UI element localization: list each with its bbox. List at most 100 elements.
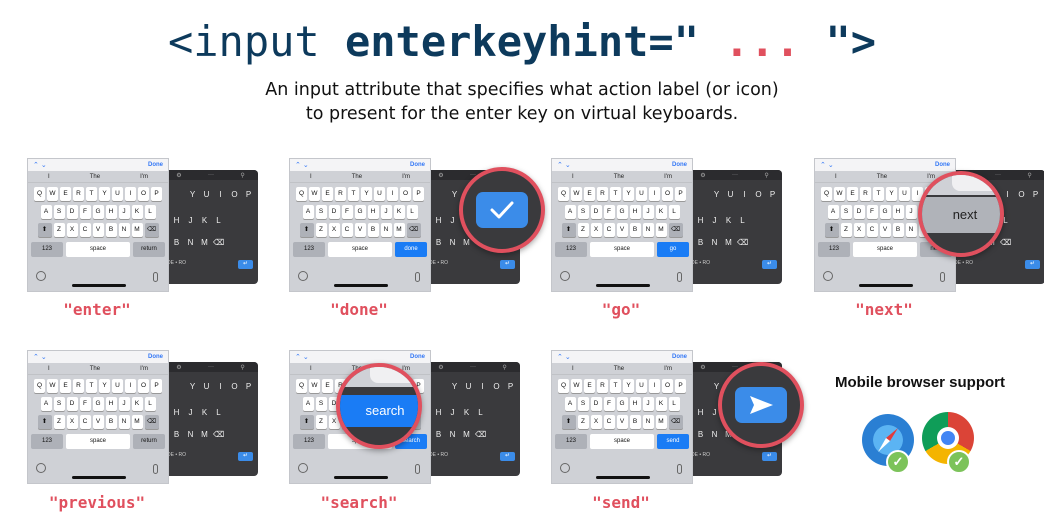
key-h[interactable]: H: [105, 205, 117, 219]
key-u[interactable]: U: [112, 379, 123, 393]
key-x[interactable]: X: [590, 415, 602, 429]
dark-action-key[interactable]: ↵: [762, 260, 777, 269]
dark-key[interactable]: P: [505, 382, 516, 391]
dark-key[interactable]: L: [213, 216, 224, 225]
key-w[interactable]: W: [47, 187, 58, 201]
suggestion-item[interactable]: I: [835, 174, 837, 180]
backspace-key[interactable]: ⌫: [668, 223, 683, 237]
toolbar-done-button[interactable]: Done: [410, 354, 425, 360]
emoji-icon[interactable]: [36, 271, 46, 281]
key-q[interactable]: Q: [821, 187, 832, 201]
key-z[interactable]: Z: [53, 415, 65, 429]
toolbar-done-button[interactable]: Done: [672, 162, 687, 168]
space-key[interactable]: space: [590, 242, 654, 257]
dark-key[interactable]: Y: [449, 382, 460, 391]
key-d[interactable]: D: [590, 397, 602, 411]
dark-key[interactable]: Y: [449, 190, 460, 199]
key-l[interactable]: L: [144, 205, 156, 219]
key-q[interactable]: Q: [34, 187, 45, 201]
dark-key[interactable]: H: [433, 408, 444, 417]
key-o[interactable]: O: [138, 379, 149, 393]
key-p[interactable]: P: [675, 379, 686, 393]
key-t[interactable]: T: [348, 187, 359, 201]
dark-key[interactable]: U: [201, 190, 212, 199]
dictation-mic-icon[interactable]: [415, 464, 420, 474]
dark-key[interactable]: N: [185, 238, 196, 247]
dark-key[interactable]: B: [433, 430, 444, 439]
dark-key[interactable]: M: [199, 430, 210, 439]
dark-key[interactable]: ⌫: [213, 430, 224, 439]
numbers-key[interactable]: 123: [555, 242, 587, 257]
key-n[interactable]: N: [905, 223, 917, 237]
dark-key[interactable]: B: [171, 238, 182, 247]
key-v[interactable]: V: [92, 223, 104, 237]
key-s[interactable]: S: [315, 205, 327, 219]
key-g[interactable]: G: [354, 205, 366, 219]
dictation-mic-icon[interactable]: [677, 272, 682, 282]
shift-key[interactable]: ⬆: [299, 415, 314, 429]
shift-key[interactable]: ⬆: [824, 223, 839, 237]
key-w[interactable]: W: [47, 379, 58, 393]
nav-arrows-icon[interactable]: ⌃⌄: [295, 353, 311, 361]
key-h[interactable]: H: [105, 397, 117, 411]
dark-key[interactable]: P: [243, 382, 254, 391]
key-m[interactable]: M: [393, 223, 405, 237]
suggestion-item[interactable]: The: [614, 366, 624, 372]
suggestion-item[interactable]: The: [90, 366, 100, 372]
dark-key[interactable]: O: [229, 382, 240, 391]
key-z[interactable]: Z: [840, 223, 852, 237]
key-g[interactable]: G: [616, 205, 628, 219]
key-i[interactable]: I: [125, 379, 136, 393]
space-key[interactable]: space: [66, 242, 130, 257]
key-d[interactable]: D: [66, 397, 78, 411]
key-p[interactable]: P: [413, 187, 424, 201]
key-w[interactable]: W: [571, 187, 582, 201]
suggestion-item[interactable]: The: [614, 174, 624, 180]
key-y[interactable]: Y: [623, 187, 634, 201]
dark-action-key[interactable]: ↵: [238, 452, 253, 461]
key-o[interactable]: O: [662, 187, 673, 201]
key-x[interactable]: X: [590, 223, 602, 237]
key-r[interactable]: R: [597, 379, 608, 393]
dark-key[interactable]: P: [767, 190, 778, 199]
enter-action-key[interactable]: go: [657, 242, 689, 257]
suggestion-item[interactable]: I: [310, 174, 312, 180]
dark-key[interactable]: M: [461, 430, 472, 439]
key-c[interactable]: C: [341, 223, 353, 237]
toolbar-done-button[interactable]: Done: [672, 354, 687, 360]
key-k[interactable]: K: [655, 397, 667, 411]
suggestion-item[interactable]: I'm: [664, 366, 672, 372]
dark-key[interactable]: I: [1002, 190, 1013, 199]
space-key[interactable]: space: [590, 434, 654, 449]
key-e[interactable]: E: [60, 187, 71, 201]
suggestion-item[interactable]: I'm: [140, 366, 148, 372]
key-q[interactable]: Q: [558, 187, 569, 201]
dictation-mic-icon[interactable]: [940, 272, 945, 282]
key-m[interactable]: M: [131, 415, 143, 429]
dark-key[interactable]: J: [185, 408, 196, 417]
enter-action-key[interactable]: return: [133, 242, 165, 257]
key-b[interactable]: B: [892, 223, 904, 237]
dark-key[interactable]: H: [695, 408, 706, 417]
key-b[interactable]: B: [629, 223, 641, 237]
key-g[interactable]: G: [616, 397, 628, 411]
key-r[interactable]: R: [335, 187, 346, 201]
key-q[interactable]: Q: [296, 379, 307, 393]
key-y[interactable]: Y: [361, 187, 372, 201]
key-u[interactable]: U: [112, 187, 123, 201]
nav-arrows-icon[interactable]: ⌃⌄: [557, 353, 573, 361]
key-r[interactable]: R: [73, 187, 84, 201]
dark-key[interactable]: N: [709, 238, 720, 247]
key-w[interactable]: W: [834, 187, 845, 201]
shift-key[interactable]: ⬆: [561, 415, 576, 429]
key-x[interactable]: X: [66, 223, 78, 237]
key-w[interactable]: W: [571, 379, 582, 393]
dark-key[interactable]: N: [447, 430, 458, 439]
key-s[interactable]: S: [840, 205, 852, 219]
key-t[interactable]: T: [610, 187, 621, 201]
dictation-mic-icon[interactable]: [415, 272, 420, 282]
key-n[interactable]: N: [642, 415, 654, 429]
numbers-key[interactable]: 123: [31, 434, 63, 449]
key-a[interactable]: A: [302, 397, 314, 411]
dark-key[interactable]: Y: [187, 190, 198, 199]
